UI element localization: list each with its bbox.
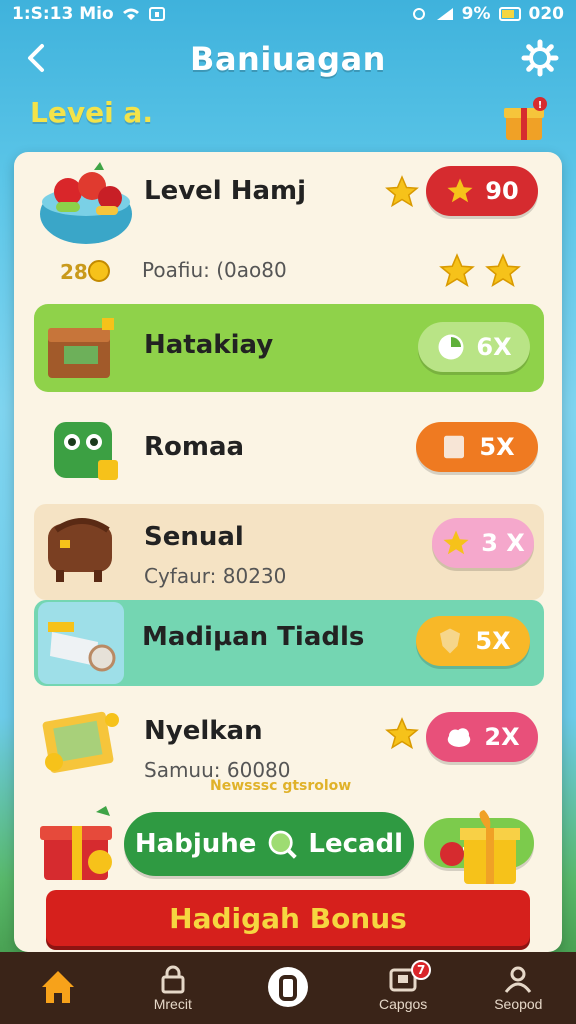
status-time: 1:S:13 Mio [12, 4, 114, 24]
notification-badge: 7 [411, 960, 432, 980]
multiplier-value: 3 X [481, 529, 525, 557]
battery-percent: 9% [461, 4, 491, 24]
multiplier-button[interactable]: 5X [416, 616, 530, 666]
list-item[interactable]: Senual Cyfaur: 80230 3 X [34, 504, 544, 600]
rewards-panel: Level Hamj 90 28 Poafiu: (0ao80 Hatakiay… [14, 152, 562, 952]
status-bar: 1:S:13 Mio 9% 020 [0, 0, 576, 28]
star-icon [447, 178, 473, 203]
nav-center[interactable] [238, 965, 338, 1011]
gift-box-icon[interactable]: ! [502, 96, 550, 144]
star-icon [439, 253, 475, 287]
list-item[interactable]: Romaa 5X [14, 402, 562, 494]
multiplier-button[interactable]: 3 X [432, 518, 534, 568]
nav-label: Seopod [494, 996, 543, 1012]
multiplier-button[interactable]: 5X [416, 422, 538, 472]
row-title: Level Hamj [144, 176, 307, 206]
nav-home[interactable] [8, 967, 108, 1009]
row-title: Romaa [144, 432, 245, 462]
star-icon [385, 717, 419, 750]
list-item[interactable]: Habjuhe Lecadl 3X [14, 806, 562, 884]
row-caption: Newsssc gtsrolow [210, 778, 352, 794]
star-icon [443, 530, 469, 555]
multiplier-button[interactable]: 2X [426, 712, 538, 762]
list-item[interactable]: Nyelkan Samuu: 60080 Newsssc gtsrolow 2X [14, 696, 562, 806]
bottom-nav: Mrecit 7 Capgos Seopod [0, 952, 576, 1024]
svg-text:!: ! [538, 100, 543, 111]
row-title: Madiµan Tiadls [142, 622, 365, 652]
points-value: 90 [485, 177, 519, 205]
document-icon [444, 435, 465, 459]
cta-label-left: Habjuhe [134, 829, 257, 859]
nav-label: Mrecit [153, 996, 192, 1012]
gear-icon[interactable] [520, 38, 560, 78]
battery-icon [498, 7, 521, 21]
back-arrow-icon[interactable] [18, 38, 58, 78]
coin-count: 28 [60, 260, 88, 284]
multiplier-value: 2X [484, 723, 520, 751]
wifi-icon [122, 8, 139, 20]
level-row: Levei a. ! [30, 96, 550, 140]
shield-icon [440, 628, 461, 654]
treasure-chest-icon [48, 318, 114, 378]
cannon-icon [38, 602, 124, 684]
clock-icon [438, 334, 464, 360]
app-bar: Baniuagan [0, 28, 576, 90]
cta-banner[interactable]: Habjuhe Lecadl [124, 812, 414, 876]
multiplier-button[interactable]: 6X [418, 322, 530, 372]
list-item[interactable]: Madiµan Tiadls 5X [34, 600, 544, 686]
cloud-icon [448, 728, 471, 747]
lock-icon [161, 965, 185, 994]
home-icon [41, 971, 74, 1003]
coin-icon [88, 260, 110, 282]
page-title: Baniuagan [190, 40, 386, 78]
list-item[interactable]: Level Hamj 90 28 Poafiu: (0ao80 [14, 152, 562, 302]
star-icon [485, 253, 521, 287]
cta-label-right: Lecadl [308, 829, 404, 859]
gift-box-icon [440, 810, 520, 884]
points-badge[interactable]: 90 [426, 166, 538, 216]
notification-icon [148, 7, 165, 21]
leather-bag-icon [48, 518, 112, 582]
row-subtitle: Cyfaur: 80230 [144, 564, 287, 588]
multiplier-value: 5X [475, 627, 511, 655]
list-item[interactable]: Hatakiay 6X [34, 304, 544, 392]
row-title: Senual [144, 522, 244, 552]
gift-box-icon [40, 806, 112, 880]
bonus-button[interactable]: Hadigah Bonus [46, 890, 530, 946]
profile-icon [505, 966, 532, 993]
signal-icon [436, 8, 453, 20]
nav-seopod[interactable]: Seopod [468, 964, 568, 1012]
multiplier-value: 5X [479, 433, 515, 461]
multiplier-value: 6X [476, 333, 512, 361]
alarm-icon [412, 8, 425, 20]
row-title: Hatakiay [144, 330, 274, 360]
status-right-text: 020 [528, 4, 565, 24]
treasure-map-icon [42, 711, 119, 773]
row-title: Nyelkan [144, 716, 263, 746]
star-icon [385, 175, 419, 208]
nav-capgos[interactable]: 7 Capgos [353, 960, 453, 1012]
fruit-bowl-icon [40, 162, 132, 244]
bonus-button-label: Hadigah Bonus [169, 901, 407, 935]
row-subtitle: Poafiu: (0ao80 [142, 258, 287, 282]
bottle-icon [267, 967, 308, 1007]
search-icon [269, 830, 298, 859]
green-cube-icon [54, 422, 118, 480]
level-label: Levei a. [30, 96, 153, 129]
nav-mrecit[interactable]: Mrecit [123, 964, 223, 1012]
nav-label: Capgos [379, 996, 428, 1012]
